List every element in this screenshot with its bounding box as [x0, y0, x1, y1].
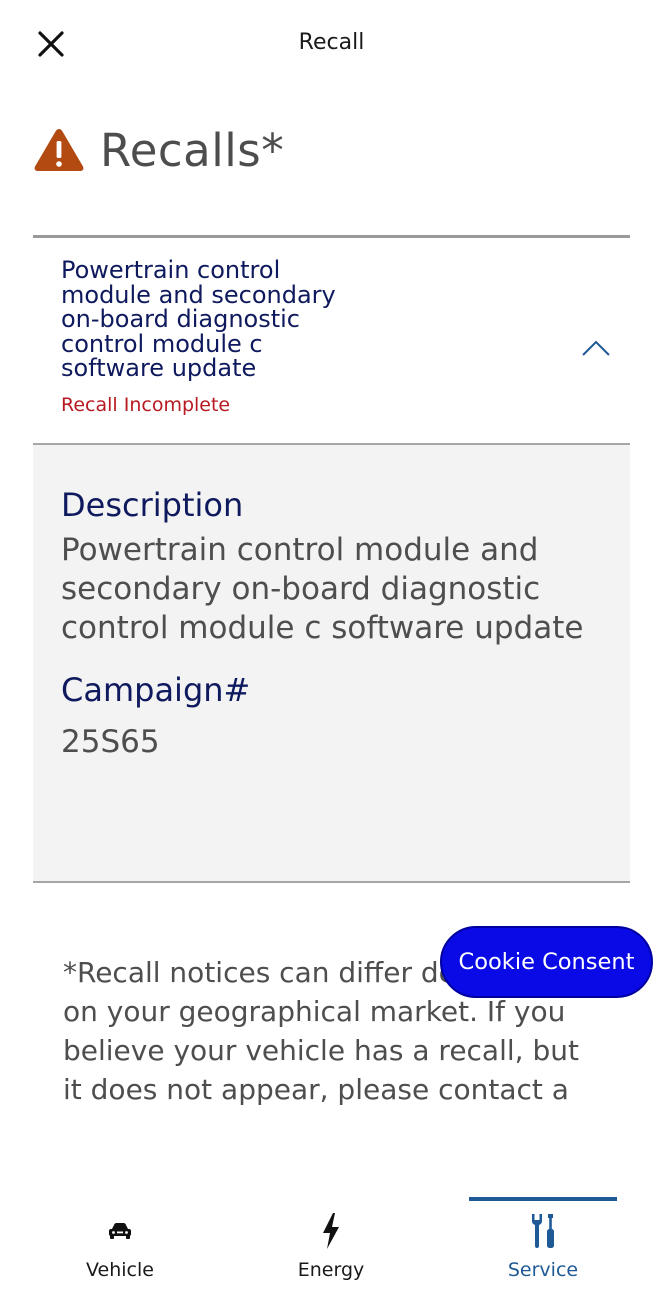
- page-header-title: Recall: [298, 30, 365, 55]
- wrench-screwdriver-icon: [532, 1214, 554, 1248]
- recall-details: Description Powertrain control module an…: [33, 445, 630, 881]
- nav-label-vehicle: Vehicle: [86, 1259, 154, 1281]
- campaign-value: 25S65: [61, 724, 160, 760]
- warning-triangle-icon: [34, 129, 84, 171]
- car-icon: [109, 1223, 131, 1239]
- description-label: Description: [61, 486, 244, 524]
- page-title: Recalls*: [100, 123, 285, 177]
- recall-title: Powertrain control module and secondary …: [61, 256, 336, 382]
- recall-accordion: Powertrain control module and secondary …: [33, 235, 630, 883]
- chevron-up-icon[interactable]: [581, 338, 611, 358]
- top-bar: Recall: [0, 0, 663, 90]
- lightning-icon: [323, 1213, 339, 1249]
- divider: [33, 881, 630, 883]
- description-value: Powertrain control module and secondary …: [61, 532, 584, 646]
- recalls-heading: Recalls*: [32, 120, 284, 180]
- recall-status: Recall Incomplete: [61, 394, 231, 416]
- nav-item-service[interactable]: Service: [463, 1180, 623, 1300]
- bottom-nav: Vehicle Energy Service: [0, 1180, 663, 1300]
- nav-item-vehicle[interactable]: Vehicle: [40, 1180, 200, 1300]
- nav-item-energy[interactable]: Energy: [251, 1180, 411, 1300]
- campaign-label: Campaign#: [61, 671, 251, 709]
- recall-accordion-header[interactable]: Powertrain control module and secondary …: [33, 238, 630, 443]
- nav-label-energy: Energy: [297, 1259, 365, 1281]
- nav-label-service: Service: [507, 1259, 579, 1281]
- cookie-consent-button[interactable]: Cookie Consent: [440, 926, 653, 998]
